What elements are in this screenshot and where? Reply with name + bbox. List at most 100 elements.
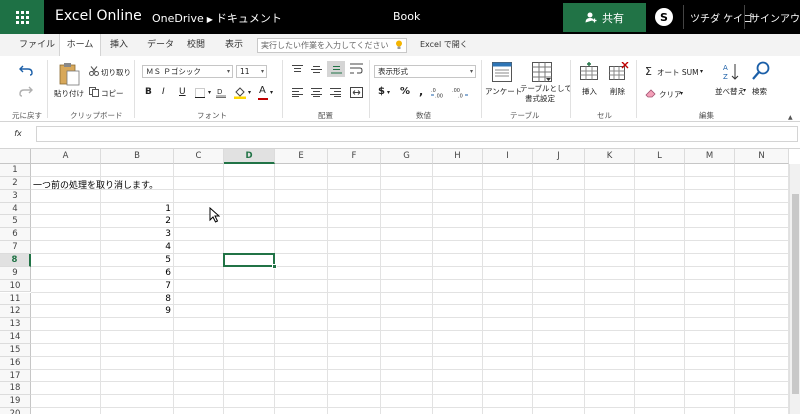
number-format-dropdown[interactable]: 表示形式 ▾ (374, 65, 476, 78)
column-header-l[interactable]: L (635, 149, 685, 164)
currency-button[interactable]: $ (378, 86, 385, 97)
format-as-table-icon[interactable] (532, 62, 552, 82)
row-header-3[interactable]: 3 (0, 189, 31, 203)
column-header-k[interactable]: K (585, 149, 635, 164)
row-header-5[interactable]: 5 (0, 215, 31, 229)
paste-icon[interactable] (58, 61, 80, 87)
align-left-icon[interactable] (292, 88, 303, 97)
cell-b8[interactable]: 5 (99, 255, 171, 265)
comma-button[interactable]: , (419, 85, 423, 98)
survey-icon[interactable] (492, 62, 512, 82)
open-in-excel-button[interactable]: Excel で開く (420, 34, 468, 56)
fill-color-icon[interactable] (234, 86, 246, 99)
row-header-16[interactable]: 16 (0, 356, 31, 370)
delete-cells-icon[interactable] (609, 62, 629, 80)
font-size-dropdown[interactable]: 11 ▾ (236, 65, 267, 78)
column-header-n[interactable]: N (735, 149, 789, 164)
font-color-button[interactable]: A (259, 85, 266, 96)
decrease-decimal-icon[interactable]: .00 .0 (452, 87, 468, 98)
tell-me-input[interactable]: 実行したい作業を入力してください (257, 38, 407, 53)
select-all-corner[interactable] (0, 149, 31, 164)
sort-button[interactable]: 並べ替え (715, 86, 745, 97)
merge-center-icon[interactable] (350, 87, 363, 98)
format-as-table-label-2[interactable]: 書式設定 (525, 93, 555, 104)
font-name-dropdown[interactable]: ＭＳ Ｐゴシック ▾ (142, 65, 233, 78)
align-right-icon[interactable] (330, 88, 341, 97)
tab-file[interactable]: ファイル (19, 34, 55, 56)
paste-label[interactable]: 貼り付け (54, 88, 84, 99)
row-header-15[interactable]: 15 (0, 343, 31, 357)
cell-b11[interactable]: 8 (99, 294, 171, 304)
app-launcher-button[interactable] (0, 0, 44, 34)
find-button[interactable]: 検索 (752, 86, 767, 97)
column-header-a[interactable]: A (31, 149, 101, 164)
search-icon[interactable] (752, 61, 770, 81)
share-button[interactable]: 共有 (563, 3, 646, 32)
cell-b4[interactable]: 1 (99, 204, 171, 214)
fx-icon[interactable]: fx (10, 127, 26, 141)
chevron-down-icon[interactable]: ▾ (270, 89, 273, 96)
column-header-e[interactable]: E (275, 149, 328, 164)
copy-icon[interactable] (89, 87, 99, 97)
tab-view[interactable]: 表示 (225, 34, 243, 56)
row-header-10[interactable]: 10 (0, 279, 31, 293)
row-header-17[interactable]: 17 (0, 369, 31, 383)
row-header-19[interactable]: 19 (0, 395, 31, 409)
column-header-i[interactable]: I (483, 149, 533, 164)
document-title[interactable]: Book (393, 10, 420, 23)
align-top-icon[interactable] (292, 65, 303, 74)
cell-b7[interactable]: 4 (99, 242, 171, 252)
tab-review[interactable]: 校閲 (187, 34, 205, 56)
vertical-scrollbar[interactable] (789, 164, 800, 414)
sigma-icon[interactable]: Σ (645, 65, 652, 78)
signout-link[interactable]: サインアウト (750, 10, 800, 25)
column-header-j[interactable]: J (533, 149, 585, 164)
cell-b6[interactable]: 3 (99, 229, 171, 239)
row-header-18[interactable]: 18 (0, 382, 31, 396)
increase-decimal-icon[interactable]: .0 .00 (431, 87, 447, 98)
double-underline-icon[interactable]: D (216, 87, 226, 98)
row-header-11[interactable]: 11 (0, 292, 31, 306)
row-header-1[interactable]: 1 (0, 164, 31, 177)
breadcrumb-documents[interactable]: ドキュメント (216, 12, 282, 25)
tab-insert[interactable]: 挿入 (110, 34, 128, 56)
tab-data[interactable]: データ (147, 34, 174, 56)
app-name[interactable]: Excel Online (55, 8, 142, 24)
column-header-g[interactable]: G (381, 149, 433, 164)
breadcrumb-onedrive[interactable]: OneDrive (152, 12, 204, 25)
wrap-text-icon[interactable] (350, 63, 363, 75)
align-bottom-button[interactable] (327, 61, 345, 77)
column-header-m[interactable]: M (685, 149, 735, 164)
row-header-2[interactable]: 2 (0, 176, 31, 190)
cell-a2[interactable]: 一つ前の処理を取り消します。 (33, 178, 158, 191)
cut-label[interactable]: 切り取り (101, 67, 131, 78)
row-header-14[interactable]: 14 (0, 331, 31, 344)
column-header-f[interactable]: F (328, 149, 381, 164)
redo-icon[interactable] (19, 85, 33, 97)
row-header-4[interactable]: 4 (0, 202, 31, 216)
chevron-down-icon[interactable]: ▾ (680, 90, 683, 97)
scissors-icon[interactable] (89, 66, 99, 76)
cell-b12[interactable]: 9 (99, 306, 171, 316)
formula-input[interactable] (36, 126, 798, 142)
chevron-down-icon[interactable]: ▾ (248, 89, 251, 96)
autosum-button[interactable]: オート SUM (657, 67, 699, 78)
skype-icon[interactable]: S (655, 8, 673, 26)
chevron-down-icon[interactable]: ▾ (743, 87, 746, 94)
italic-button[interactable]: I (162, 87, 165, 97)
row-header-7[interactable]: 7 (0, 241, 31, 254)
survey-button[interactable]: アンケート (485, 86, 522, 97)
selected-cell-d8[interactable] (223, 252, 275, 267)
chevron-down-icon[interactable]: ▾ (700, 68, 703, 75)
row-header-9[interactable]: 9 (0, 266, 31, 280)
chevron-down-icon[interactable]: ▾ (208, 89, 211, 96)
row-header-13[interactable]: 13 (0, 318, 31, 332)
clear-button[interactable]: クリア (659, 89, 682, 100)
undo-icon[interactable] (19, 64, 33, 76)
column-header-c[interactable]: C (174, 149, 224, 164)
borders-icon[interactable] (195, 88, 206, 98)
delete-cells-button[interactable]: 削除 (610, 86, 625, 97)
cell-b5[interactable]: 2 (99, 216, 171, 226)
collapse-ribbon-icon[interactable]: ▲ (788, 114, 793, 121)
cell-b9[interactable]: 6 (99, 268, 171, 278)
